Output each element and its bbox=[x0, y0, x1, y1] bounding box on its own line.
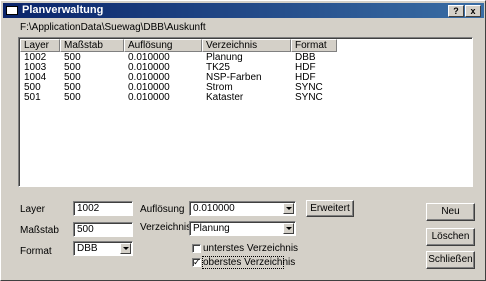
chevron-down-icon[interactable] bbox=[283, 203, 294, 214]
loeschen-button[interactable]: Löschen bbox=[426, 228, 475, 246]
window-title: Planverwaltung bbox=[22, 4, 104, 16]
aufloesung-select[interactable]: 0.010000 bbox=[189, 201, 296, 216]
layer-list[interactable]: Layer Maßstab Auflösung Verzeichnis Form… bbox=[18, 37, 473, 187]
column-header-format[interactable]: Format bbox=[291, 39, 337, 52]
layer-label: Layer bbox=[20, 204, 46, 215]
format-label: Format bbox=[20, 246, 52, 257]
unterstes-verzeichnis-label: unterstes Verzeichnis bbox=[203, 243, 299, 254]
help-button[interactable]: ? bbox=[448, 5, 464, 17]
verzeichnis-select-value: Planung bbox=[193, 223, 230, 234]
layer-input[interactable]: 1002 bbox=[73, 201, 133, 216]
column-header-layer[interactable]: Layer bbox=[20, 39, 60, 52]
planverwaltung-dialog: Planverwaltung ? x F:\ApplicationData\Su… bbox=[0, 0, 486, 281]
cell-verzeichnis: Kataster bbox=[206, 92, 244, 103]
massstab-input[interactable]: 500 bbox=[73, 222, 133, 237]
neu-button[interactable]: Neu bbox=[426, 203, 475, 221]
chevron-down-icon[interactable] bbox=[120, 243, 131, 254]
cell-massstab: 500 bbox=[64, 92, 81, 103]
oberstes-verzeichnis-label: oberstes Verzeichnis bbox=[203, 257, 296, 268]
cell-aufloesung: 0.010000 bbox=[128, 92, 170, 103]
cell-layer: 501 bbox=[24, 92, 41, 103]
cell-format: SYNC bbox=[295, 92, 323, 103]
schliessen-button[interactable]: Schließen bbox=[426, 251, 475, 269]
aufloesung-label: Auflösung bbox=[140, 204, 185, 215]
column-header-verzeichnis[interactable]: Verzeichnis bbox=[202, 39, 291, 52]
chevron-down-icon[interactable] bbox=[283, 223, 294, 234]
format-select[interactable]: DBB bbox=[73, 241, 133, 256]
column-header-aufloesung[interactable]: Auflösung bbox=[124, 39, 202, 52]
window-icon bbox=[6, 6, 18, 15]
aufloesung-select-value: 0.010000 bbox=[193, 203, 235, 214]
oberstes-verzeichnis-checkbox[interactable]: ✓ bbox=[192, 258, 201, 267]
massstab-label: Maßstab bbox=[20, 225, 59, 236]
verzeichnis-select[interactable]: Planung bbox=[189, 221, 296, 236]
column-header-massstab[interactable]: Maßstab bbox=[60, 39, 124, 52]
directory-path: F:\ApplicationData\Suewag\DBB\Auskunft bbox=[20, 22, 206, 33]
verzeichnis-label: Verzeichnis bbox=[140, 222, 192, 233]
erweitert-button[interactable]: Erweitert bbox=[306, 200, 354, 217]
unterstes-verzeichnis-checkbox[interactable] bbox=[192, 244, 201, 253]
format-select-value: DBB bbox=[77, 243, 98, 254]
close-button[interactable]: x bbox=[465, 5, 481, 17]
title-bar[interactable]: Planverwaltung ? x bbox=[3, 3, 484, 18]
